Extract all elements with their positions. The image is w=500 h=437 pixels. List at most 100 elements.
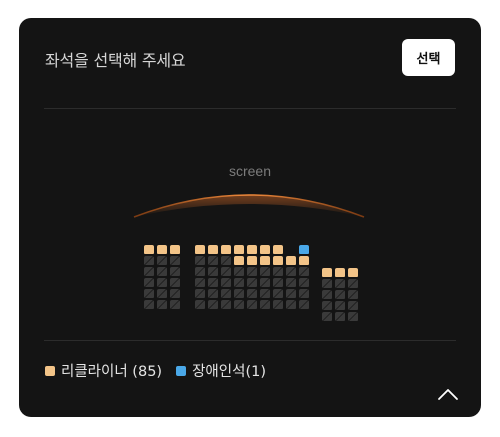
seat-recliner[interactable] [208, 245, 218, 254]
seat-taken [234, 289, 244, 298]
seat-gap [286, 245, 296, 254]
seat-recliner[interactable] [221, 245, 231, 254]
seat-taken [221, 300, 231, 309]
seat-taken [144, 278, 154, 287]
seat-taken [144, 300, 154, 309]
screen-arc [133, 194, 365, 218]
seat-taken [273, 300, 283, 309]
seat-taken [247, 300, 257, 309]
legend-label: 리클라이너 (85) [61, 364, 163, 380]
seat-taken [335, 290, 345, 299]
seat-taken [260, 289, 270, 298]
seat-taken [299, 289, 309, 298]
seat-recliner[interactable] [322, 268, 332, 277]
seat-gap [335, 257, 345, 266]
seat-taken [322, 301, 332, 310]
seat-recliner[interactable] [260, 245, 270, 254]
seat-accessible[interactable] [299, 245, 309, 254]
seat-legend: 리클라이너 (85) 장애인석(1) [45, 360, 280, 381]
panel-header: 좌석을 선택해 주세요 선택 [19, 18, 481, 108]
seat-taken [195, 289, 205, 298]
seat-taken [170, 256, 180, 265]
seat-taken [286, 289, 296, 298]
seat-taken [260, 267, 270, 276]
seat-taken [221, 278, 231, 287]
seat-taken [195, 300, 205, 309]
seat-taken [234, 267, 244, 276]
seat-taken [299, 300, 309, 309]
seat-taken [234, 278, 244, 287]
seat-taken [348, 279, 358, 288]
seat-taken [208, 256, 218, 265]
seat-taken [273, 267, 283, 276]
seat-recliner[interactable] [286, 256, 296, 265]
seat-recliner[interactable] [260, 256, 270, 265]
chevron-up-icon [438, 389, 458, 400]
header-divider [44, 108, 456, 109]
legend-item-accessible: 장애인석(1) [176, 360, 266, 381]
seat-selection-panel: 좌석을 선택해 주세요 선택 screen 리클라이너 (85) 장애인석(1) [19, 18, 481, 417]
seat-taken [221, 289, 231, 298]
seat-taken [195, 267, 205, 276]
seat-gap [322, 257, 332, 266]
accessible-swatch [176, 365, 187, 376]
seat-recliner[interactable] [157, 245, 167, 254]
seat-taken [208, 267, 218, 276]
seat-recliner[interactable] [170, 245, 180, 254]
seat-taken [157, 256, 167, 265]
legend-divider [44, 340, 456, 341]
seat-taken [157, 289, 167, 298]
legend-item-recliner: 리클라이너 (85) [45, 360, 162, 381]
seat-taken [286, 300, 296, 309]
seat-recliner[interactable] [247, 256, 257, 265]
seat-recliner[interactable] [273, 245, 283, 254]
seat-recliner[interactable] [234, 245, 244, 254]
seat-recliner[interactable] [195, 245, 205, 254]
seat-taken [335, 279, 345, 288]
seat-taken [170, 300, 180, 309]
seat-taken [247, 267, 257, 276]
seat-taken [335, 301, 345, 310]
seat-taken [348, 312, 358, 321]
select-button[interactable]: 선택 [402, 39, 455, 76]
seat-taken [195, 278, 205, 287]
seat-taken [322, 312, 332, 321]
seat-taken [144, 289, 154, 298]
seat-recliner[interactable] [144, 245, 154, 254]
seat-taken [208, 300, 218, 309]
screen-label: screen [228, 163, 272, 179]
recliner-swatch [45, 365, 55, 376]
seat-taken [322, 279, 332, 288]
seat-block-left [144, 245, 180, 309]
seat-taken [247, 278, 257, 287]
seat-recliner[interactable] [348, 268, 358, 277]
collapse-button[interactable] [436, 384, 460, 404]
seat-taken [299, 267, 309, 276]
seat-recliner[interactable] [273, 256, 283, 265]
seat-taken [144, 267, 154, 276]
seat-taken [170, 267, 180, 276]
seat-recliner[interactable] [299, 256, 309, 265]
seat-taken [170, 289, 180, 298]
seat-taken [260, 300, 270, 309]
seat-taken [335, 312, 345, 321]
seat-block-right [322, 257, 358, 321]
seat-recliner[interactable] [234, 256, 244, 265]
page-title: 좌석을 선택해 주세요 [45, 51, 186, 70]
seat-taken [157, 300, 167, 309]
seat-taken [286, 278, 296, 287]
seat-taken [157, 278, 167, 287]
seat-taken [247, 289, 257, 298]
seat-taken [208, 289, 218, 298]
seat-recliner[interactable] [247, 245, 257, 254]
seat-taken [273, 278, 283, 287]
legend-label: 장애인석(1) [192, 364, 266, 380]
seat-taken [286, 267, 296, 276]
seat-taken [170, 278, 180, 287]
seat-taken [322, 290, 332, 299]
seat-recliner[interactable] [335, 268, 345, 277]
seat-taken [221, 256, 231, 265]
seat-taken [260, 278, 270, 287]
seat-taken [195, 256, 205, 265]
seat-taken [299, 278, 309, 287]
